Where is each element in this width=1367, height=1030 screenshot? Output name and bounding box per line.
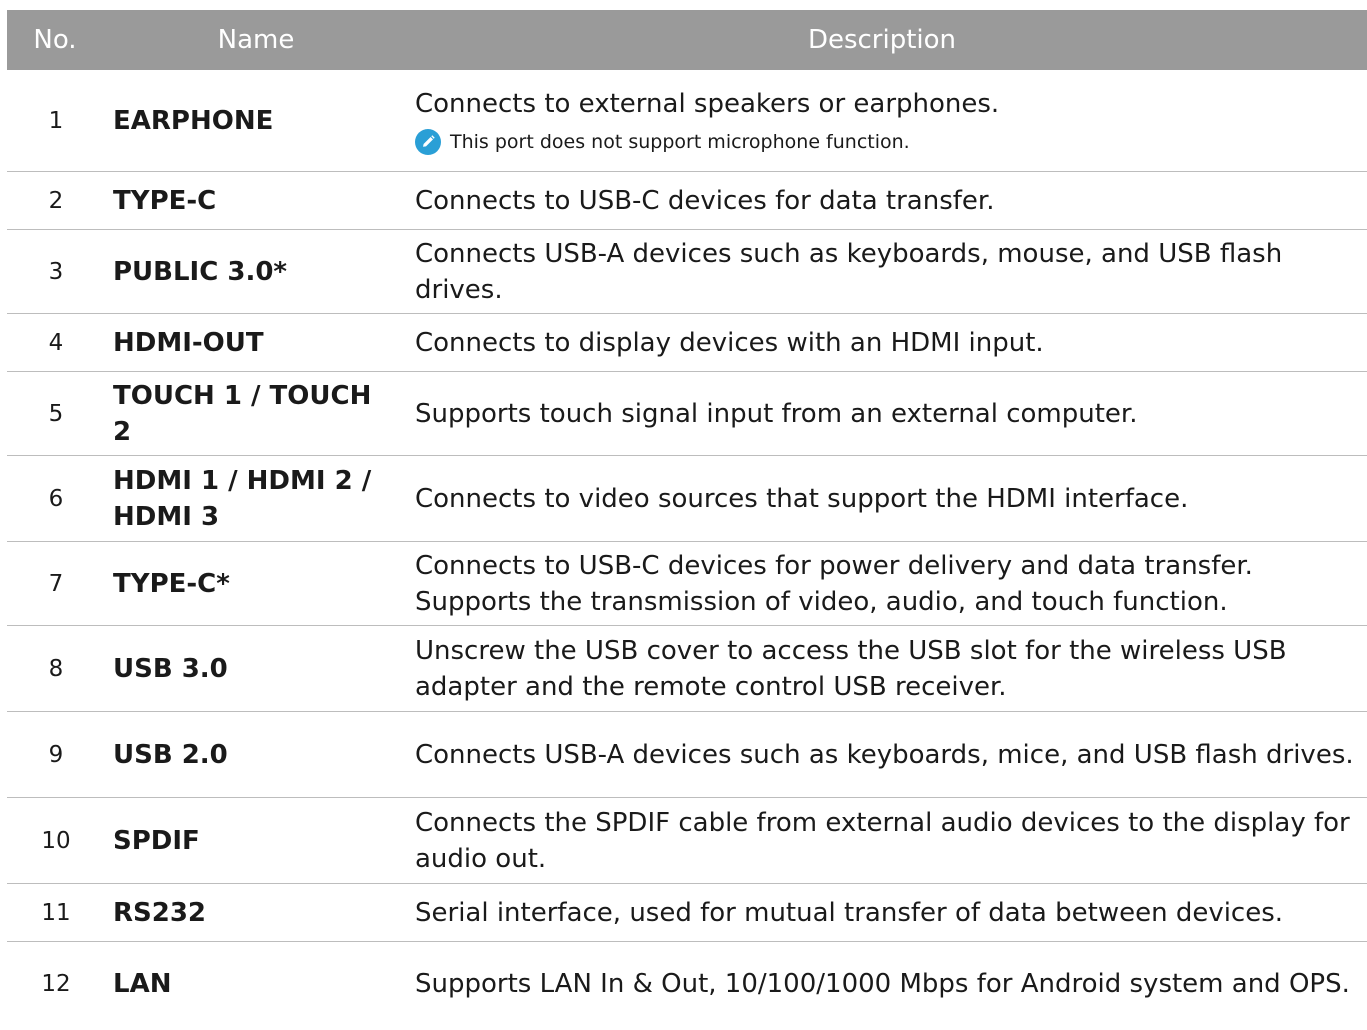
table-row: 7 TYPE-C* Connects to USB-C devices for …: [7, 542, 1367, 626]
port-name: LAN: [113, 969, 172, 999]
port-name: USB 3.0: [113, 653, 228, 684]
table-row: 3 PUBLIC 3.0* Connects USB-A devices suc…: [7, 230, 1367, 314]
header-name: Name: [217, 25, 295, 55]
port-description: Connects to display devices with an HDMI…: [415, 327, 1044, 358]
note: This port does not support microphone fu…: [415, 128, 1363, 156]
table-row: 4 HDMI-OUT Connects to display devices w…: [7, 314, 1367, 372]
port-name: RS232: [113, 897, 207, 928]
row-number: 9: [48, 741, 64, 768]
row-number: 4: [48, 329, 64, 356]
row-number: 7: [48, 570, 64, 597]
row-number: 1: [48, 107, 64, 134]
port-description: Connects to external speakers or earphon…: [407, 86, 1367, 156]
header-description: Description: [807, 25, 957, 55]
table-row: 10 SPDIF Connects the SPDIF cable from e…: [7, 798, 1367, 884]
port-name: TYPE-C: [113, 185, 217, 216]
port-description: Connects to USB-C devices for power deli…: [415, 550, 1253, 617]
port-name: HDMI 1 / HDMI 2 / HDMI 3: [113, 465, 372, 532]
table-row: 5 TOUCH 1 / TOUCH 2 Supports touch signa…: [7, 372, 1367, 456]
description-text: Connects to external speakers or earphon…: [415, 88, 1000, 119]
port-name: EARPHONE: [113, 105, 274, 136]
table-row: 2 TYPE-C Connects to USB-C devices for d…: [7, 172, 1367, 230]
row-number: 2: [48, 187, 64, 214]
row-number: 10: [41, 827, 71, 854]
table-row: 8 USB 3.0 Unscrew the USB cover to acces…: [7, 626, 1367, 712]
pencil-icon: [415, 128, 441, 155]
port-name: TYPE-C*: [113, 568, 230, 599]
port-description: Supports LAN In & Out, 10/100/1000 Mbps …: [415, 969, 1350, 999]
row-number: 12: [41, 971, 71, 997]
row-number: 6: [48, 485, 64, 512]
table-row: 1 EARPHONE Connects to external speakers…: [7, 70, 1367, 172]
port-description: Serial interface, used for mutual transf…: [415, 897, 1284, 928]
table-row: 12 LAN Supports LAN In & Out, 10/100/100…: [7, 942, 1367, 1026]
row-number: 5: [48, 400, 64, 427]
table-row: 9 USB 2.0 Connects USB-A devices such as…: [7, 712, 1367, 798]
port-description: Connects USB-A devices such as keyboards…: [415, 739, 1354, 770]
port-name: HDMI-OUT: [113, 327, 264, 358]
port-name: TOUCH 1 / TOUCH 2: [113, 380, 372, 447]
header-no: No.: [33, 25, 77, 55]
port-description: Connects to video sources that support t…: [415, 483, 1189, 514]
table-row: 11 RS232 Serial interface, used for mutu…: [7, 884, 1367, 942]
port-description: Supports touch signal input from an exte…: [415, 398, 1138, 429]
row-number: 11: [41, 899, 71, 926]
port-description: Connects USB-A devices such as keyboards…: [415, 238, 1283, 305]
port-name: SPDIF: [113, 825, 200, 856]
port-description: Unscrew the USB cover to access the USB …: [415, 635, 1287, 702]
ports-table: No. Name Description 1 EARPHONE Connects…: [7, 10, 1367, 1026]
row-number: 8: [48, 655, 64, 682]
row-number: 3: [48, 258, 64, 285]
port-name: PUBLIC 3.0*: [113, 256, 288, 287]
table-header: No. Name Description: [7, 10, 1367, 70]
table-row: 6 HDMI 1 / HDMI 2 / HDMI 3 Connects to v…: [7, 456, 1367, 542]
port-description: Connects the SPDIF cable from external a…: [415, 807, 1350, 874]
port-description: Connects to USB-C devices for data trans…: [415, 185, 995, 216]
note-text: This port does not support microphone fu…: [450, 130, 910, 153]
port-name: USB 2.0: [113, 739, 228, 770]
